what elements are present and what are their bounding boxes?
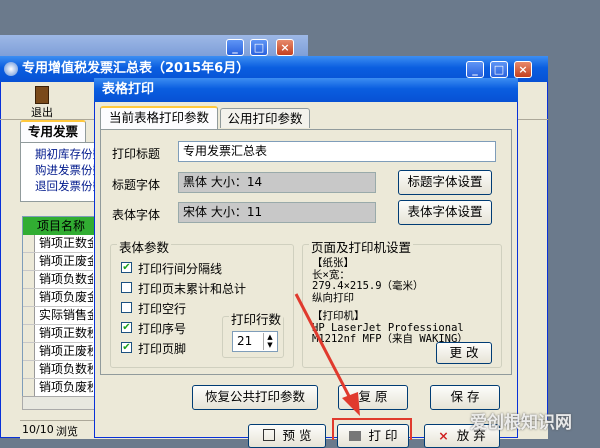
cancel-icon: × [438,428,449,443]
data-grid: 项目名称 销项正数金额销项正废金额销项负数金额销项负废金额实际销售金额销项正数税… [22,216,100,398]
option-label: 打印行间分隔线 [138,262,223,276]
main-minimize-button[interactable]: _ [466,61,484,78]
watermark-text: 爱创根知识网 [470,413,572,433]
option-checkbox[interactable] [121,282,132,293]
option-checkbox[interactable]: ✔ [121,262,132,273]
grid-header: 项目名称 [23,217,99,235]
option-checkbox[interactable]: ✔ [121,322,132,333]
body-font-display: 宋体 大小：11 [178,202,376,223]
table-row[interactable]: 销项正废金额 [23,253,93,271]
status-record-count: 10/10 [22,423,54,436]
link-panel: 期初库存份数 购进发票份数 退回发票份数 [20,142,104,202]
annotation-arrow-head [342,392,360,416]
print-rows-stepper[interactable]: 21 ▲ ▼ [232,331,278,352]
tab-common-params[interactable]: 公用打印参数 [220,108,310,128]
title-font-display: 黑体 大小：14 [178,172,376,193]
row-header[interactable] [23,325,35,342]
stepper-arrows-icon[interactable]: ▲ ▼ [263,333,276,350]
body-font-settings-button[interactable]: 表体字体设置 [398,200,492,225]
print-dialog-titlebar: 表格打印 [94,78,518,102]
table-params-title: 表体参数 [117,237,172,256]
row-header[interactable] [23,361,35,378]
back-maximize-button[interactable]: □ [250,39,268,56]
app-icon [4,62,18,76]
paper-heading: 【纸张】 [312,257,354,269]
option-label: 打印页脚 [138,342,187,356]
print-title-input[interactable]: 专用发票汇总表 [178,141,496,162]
grid-scrollbar[interactable] [22,396,98,410]
row-label: 销项正废税额 [39,344,93,358]
back-close-button[interactable]: × [276,39,294,56]
row-label: 实际销售金额 [39,308,93,322]
row-label: 销项负数金额 [39,272,93,286]
status-mode: 浏览 [56,425,78,438]
main-close-button[interactable]: × [514,61,532,78]
exit-icon [35,86,49,104]
row-header[interactable] [23,307,35,324]
annotation-arrow [294,293,360,416]
main-window-title: 专用增值税发票汇总表（2015年6月） [22,61,250,76]
table-row[interactable]: 销项负废税额 [23,379,93,397]
row-label: 销项正废金额 [39,254,93,268]
table-row[interactable]: 销项正废税额 [23,343,93,361]
tab-special-invoice[interactable]: 专用发票 [20,120,86,142]
option-checkbox[interactable]: ✔ [121,342,132,353]
option-label: 打印页末累计和总计 [138,282,247,296]
row-header[interactable] [23,343,35,360]
option-checkbox[interactable] [121,302,132,313]
title-font-label: 标题字体 [112,178,161,192]
row-label: 销项负废税额 [39,380,93,394]
print-button-highlight [332,418,412,440]
option-label: 打印序号 [138,322,187,336]
main-maximize-button[interactable]: □ [490,61,508,78]
option-label: 打印空行 [138,302,187,316]
row-header[interactable] [23,271,35,288]
save-button[interactable]: 保 存 [430,385,500,410]
print-title-label: 打印标题 [112,147,161,161]
page-settings-title: 页面及打印机设置 [309,237,414,256]
table-row[interactable]: 实际销售金额 [23,307,93,325]
change-printer-button[interactable]: 更 改 [436,342,492,364]
print-dialog-title: 表格打印 [102,82,155,97]
row-label: 销项正数金额 [39,236,93,250]
preview-icon [262,429,275,441]
back-minimize-button[interactable]: _ [226,39,244,56]
row-header[interactable] [23,379,35,396]
row-header[interactable] [23,289,35,306]
preview-button[interactable]: 预 览 [248,424,326,448]
table-row[interactable]: 销项负数税额 [23,361,93,379]
row-header[interactable] [23,253,35,270]
row-label: 销项负数税额 [39,362,93,376]
table-row[interactable]: 销项负数金额 [23,271,93,289]
body-font-label: 表体字体 [112,208,161,222]
tab-current-table-params[interactable]: 当前表格打印参数 [100,106,218,130]
row-label: 销项负废金额 [39,290,93,304]
table-row[interactable]: 销项正数税额 [23,325,93,343]
print-rows-title: 打印行数 [229,309,283,328]
exit-toolbar-button[interactable]: 退出 [26,86,58,119]
row-label: 销项正数税额 [39,326,93,340]
table-row[interactable]: 销项负废金额 [23,289,93,307]
row-header[interactable] [23,235,35,252]
table-row[interactable]: 销项正数金额 [23,235,93,253]
title-font-settings-button[interactable]: 标题字体设置 [398,170,492,195]
annotation-arrow-shaft [294,293,354,403]
